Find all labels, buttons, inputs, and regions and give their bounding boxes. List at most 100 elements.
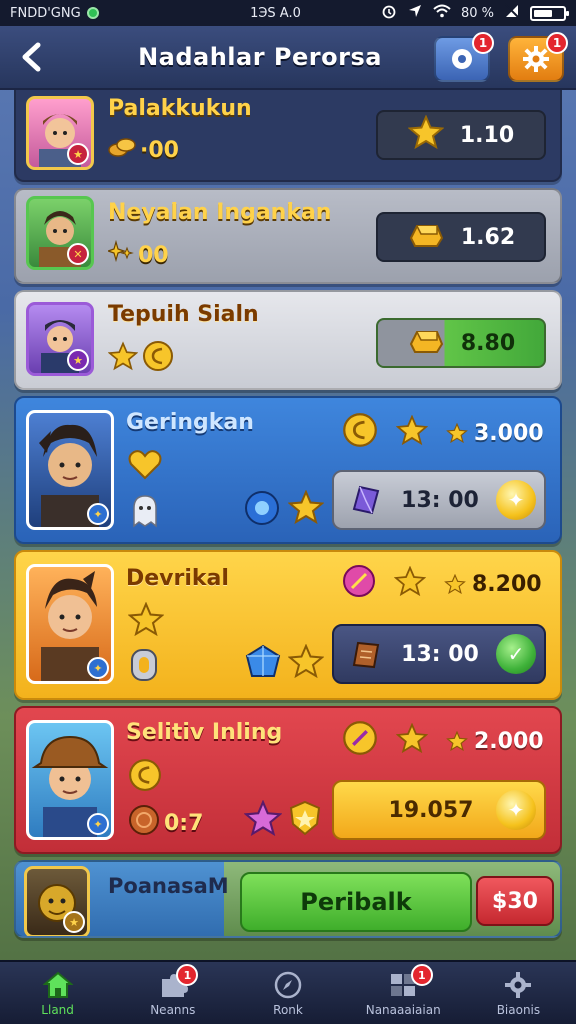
avatar: ✦ bbox=[26, 410, 114, 530]
character-name: Devrikal bbox=[126, 566, 229, 591]
record-button[interactable]: 1 bbox=[434, 32, 494, 82]
stat-value: ·00 bbox=[140, 137, 179, 163]
status-bar: FNDD'GNG 1ЭS A.0 80 % bbox=[0, 0, 576, 26]
gold-coin-icon bbox=[342, 720, 378, 762]
gold-coin-icon bbox=[128, 758, 162, 796]
gear-icon bbox=[503, 970, 533, 1000]
character-name: Selitiv Inling bbox=[126, 720, 283, 745]
list-item[interactable]: ✦ Selitiv Inling 2.000 0:7 19.057 ✦ bbox=[14, 706, 562, 854]
stat-value: 3.000 bbox=[474, 420, 544, 446]
nav-label: Biaonis bbox=[496, 1002, 541, 1017]
location-icon bbox=[407, 3, 423, 23]
nav-label: Ronk bbox=[273, 1002, 303, 1017]
star-icon bbox=[407, 114, 445, 155]
gold-coin-icon bbox=[142, 340, 174, 378]
purple-crystal-icon bbox=[346, 481, 384, 519]
level-line: 0:7 bbox=[128, 804, 203, 842]
character-list: ★ Palakkukun ·00 1.10 ✕ Neyalan Ingankan… bbox=[14, 90, 562, 944]
compass-icon bbox=[273, 970, 303, 1000]
character-name: Geringkan bbox=[126, 410, 254, 435]
timer-value: 13: 00 bbox=[401, 641, 479, 667]
pink-star-gem-icon bbox=[243, 799, 283, 840]
stat-value: 2.000 bbox=[474, 728, 544, 754]
notification-badge: 1 bbox=[546, 32, 568, 54]
status-time: 1ЭS A.0 bbox=[250, 5, 301, 21]
price-value: 8.80 bbox=[460, 330, 516, 356]
stat-line: 8.200 bbox=[342, 564, 542, 604]
rank-badge-icon: ✦ bbox=[87, 657, 109, 679]
ring-icon bbox=[128, 648, 160, 686]
notification-badge: 1 bbox=[176, 964, 199, 986]
nav-label: Nanaaaiaian bbox=[365, 1002, 441, 1017]
primary-action-button[interactable]: Peribalk bbox=[240, 872, 472, 932]
status-left: FNDD'GNG bbox=[10, 6, 210, 21]
gold-ingot-icon bbox=[407, 218, 445, 256]
signal-off-icon bbox=[504, 3, 520, 23]
stat-line: 3.000 bbox=[342, 412, 544, 454]
list-item[interactable]: ✦ Geringkan 3.000 13: 00 ✦ bbox=[14, 396, 562, 544]
nav-label: Lland bbox=[41, 1002, 74, 1017]
settings-button[interactable]: 1 bbox=[508, 32, 568, 82]
coin-stack-icon bbox=[108, 136, 136, 164]
gold-ingot-icon bbox=[407, 324, 445, 362]
status-icons: 80 % bbox=[381, 3, 569, 23]
timer-button[interactable]: 13: 00 ✦ bbox=[332, 470, 546, 530]
list-item[interactable]: ✕ Neyalan Ingankan 00 1.62 bbox=[14, 188, 562, 284]
rank-badge-icon: ✕ bbox=[67, 243, 89, 265]
shield-badge-icon bbox=[288, 800, 322, 840]
nav-label: Neanns bbox=[150, 1002, 196, 1017]
scroll-icon bbox=[346, 635, 384, 673]
nav-item-settings[interactable]: Biaonis bbox=[461, 962, 576, 1024]
timer-button[interactable]: 13: 00 ✓ bbox=[332, 624, 546, 684]
bottom-nav: Lland 1 Neanns Ronk 1 Nanaaaiaian Biaoni… bbox=[0, 960, 576, 1024]
chevron-left-icon bbox=[22, 42, 41, 72]
star-icon bbox=[287, 643, 325, 682]
star-icon bbox=[393, 565, 427, 602]
notification-badge: 1 bbox=[472, 32, 494, 54]
price-value: 1.62 bbox=[460, 224, 516, 250]
list-item[interactable]: ★ Tepuih Sialn 8.80 bbox=[14, 290, 562, 390]
character-name: PoanasaM bbox=[108, 874, 229, 898]
timer-value: 13: 00 bbox=[401, 487, 479, 513]
sparkle-icon bbox=[106, 239, 134, 270]
timer-value: 19.057 bbox=[388, 797, 474, 823]
price-button[interactable]: 1.62 bbox=[376, 212, 546, 262]
list-item[interactable]: ★ PoanasaM Peribalk $30 bbox=[14, 860, 562, 938]
check-icon: ✓ bbox=[496, 634, 536, 674]
star-icon bbox=[446, 731, 468, 751]
alarm-icon bbox=[381, 3, 397, 23]
stat-group: 2.000 bbox=[446, 729, 544, 754]
nav-item-management[interactable]: 1 Nanaaaiaian bbox=[346, 962, 461, 1024]
list-item[interactable]: ✦ Devrikal 8.200 13: 00 ✓ bbox=[14, 550, 562, 700]
rank-badge-icon: ★ bbox=[67, 143, 89, 165]
pink-orb-icon bbox=[342, 564, 376, 604]
price-value: 1.10 bbox=[459, 122, 515, 148]
timer-button[interactable]: 19.057 ✦ bbox=[332, 780, 546, 840]
star-icon bbox=[127, 601, 165, 640]
battery-percent: 80 % bbox=[460, 5, 494, 21]
bronze-coin-icon bbox=[128, 804, 160, 842]
stat-line: 00 bbox=[106, 239, 169, 270]
list-item[interactable]: ★ Palakkukun ·00 1.10 bbox=[14, 90, 562, 182]
price-button[interactable]: 1.10 bbox=[376, 110, 546, 160]
price-button[interactable]: 8.80 bbox=[376, 318, 546, 368]
avatar: ✦ bbox=[26, 720, 114, 840]
avatar: ★ bbox=[24, 866, 90, 936]
back-button[interactable] bbox=[14, 37, 48, 77]
wifi-icon bbox=[433, 4, 451, 22]
notification-badge: 1 bbox=[410, 964, 433, 986]
stat-group: 3.000 bbox=[446, 421, 544, 446]
avatar: ✕ bbox=[26, 196, 94, 270]
character-name: Tepuih Sialn bbox=[108, 302, 259, 327]
nav-item-home[interactable]: Lland bbox=[0, 962, 115, 1024]
star-icon bbox=[446, 423, 468, 443]
avatar: ★ bbox=[26, 302, 94, 376]
disc-icon bbox=[452, 49, 472, 69]
buy-button[interactable]: $30 bbox=[476, 876, 554, 926]
avatar: ✦ bbox=[26, 564, 114, 684]
gear-icon bbox=[523, 46, 549, 72]
nav-item-rank[interactable]: Ronk bbox=[230, 962, 345, 1024]
nav-item-teams[interactable]: 1 Neanns bbox=[115, 962, 230, 1024]
level-value: 0:7 bbox=[164, 810, 204, 836]
blue-gem-icon bbox=[244, 644, 282, 684]
